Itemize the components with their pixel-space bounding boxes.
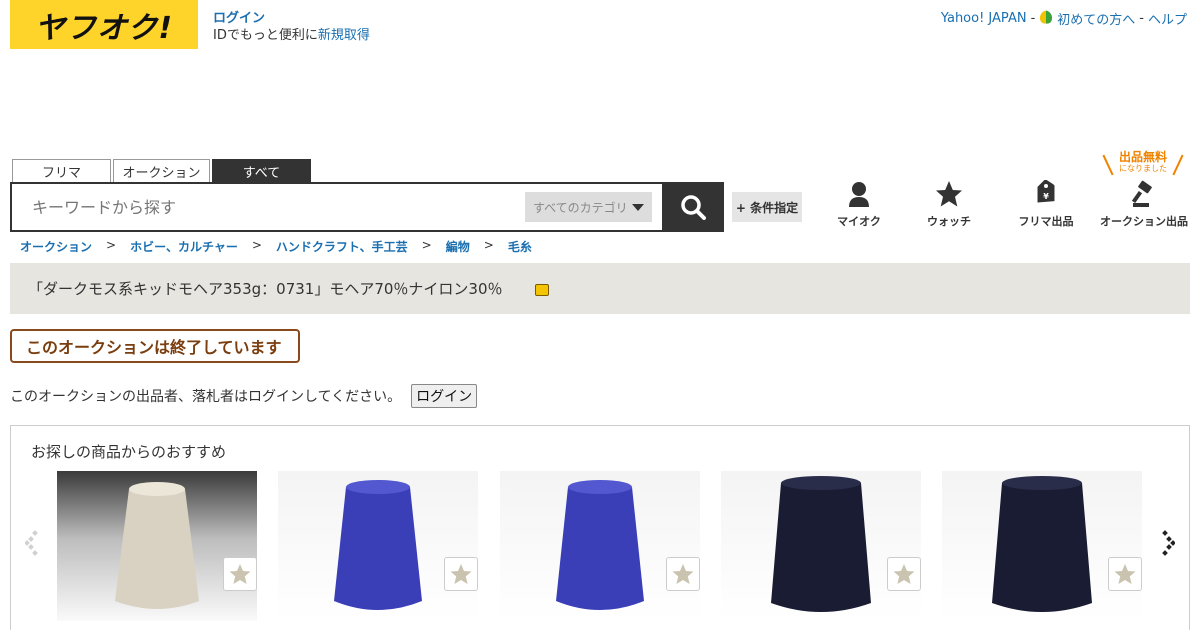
recommended-item[interactable]	[278, 471, 478, 621]
free-listing-text: 出品無料	[1118, 150, 1167, 164]
global-links: Yahoo! JAPAN - 初めての方へ - ヘルプ	[941, 9, 1187, 28]
nav-label: マイオク	[837, 215, 881, 228]
login-prompt-text: このオークションの出品者、落札者はログインしてください。	[10, 389, 402, 405]
beginner-mark-icon	[1039, 11, 1053, 26]
breadcrumb-item[interactable]: 編物	[446, 238, 470, 255]
search-button[interactable]	[662, 182, 724, 232]
recommended-item[interactable]	[942, 471, 1142, 621]
svg-text:¥: ¥	[1043, 192, 1049, 201]
item-title: 「ダークモス系キッドモヘア353g：0731」モヘア70％ナイロン30％	[28, 280, 503, 298]
nav-auction-listing[interactable]: オークション出品	[1090, 180, 1198, 229]
breadcrumb-item[interactable]: ハンドクラフト、手工芸	[276, 238, 408, 255]
watch-button[interactable]	[1108, 557, 1142, 591]
auction-ended-banner: このオークションは終了しています	[10, 329, 300, 363]
star-icon	[672, 564, 694, 584]
login-note-prefix: IDでもっと便利に	[213, 28, 318, 43]
star-icon	[936, 181, 962, 207]
beginners-link[interactable]: 初めての方へ	[1057, 9, 1135, 28]
new-item-icon	[533, 282, 549, 296]
page: ヤフオク! ログイン IDでもっと便利に新規取得 Yahoo! JAPAN - …	[0, 0, 1200, 630]
carousel-next-icon[interactable]	[1159, 529, 1175, 557]
nav-label: ウォッチ	[927, 215, 971, 228]
star-icon	[1114, 564, 1136, 584]
category-select-label: すべてのカテゴリ	[533, 200, 628, 215]
breadcrumb-separator: >	[421, 238, 432, 252]
search-bar: すべてのカテゴリ	[10, 182, 724, 232]
yarn-photo	[721, 471, 921, 621]
recommendations-title: お探しの商品からのおすすめ	[31, 443, 227, 461]
recommended-item[interactable]	[500, 471, 700, 621]
breadcrumb-separator: >	[251, 238, 262, 252]
yahuoku-logo[interactable]: ヤフオク!	[10, 0, 198, 49]
condition-button[interactable]: + 条件指定	[732, 192, 802, 222]
nav-my-auction[interactable]: マイオク	[814, 180, 904, 229]
link-separator: -	[1030, 11, 1036, 26]
breadcrumb-separator: >	[483, 238, 494, 252]
nav-flea-listing[interactable]: ¥ フリマ出品	[1001, 180, 1091, 229]
yarn-photo	[278, 471, 478, 621]
breadcrumb-item[interactable]: 毛糸	[508, 238, 532, 255]
star-icon	[893, 564, 915, 584]
yarn-photo	[57, 471, 257, 621]
login-link[interactable]: ログイン	[213, 11, 265, 26]
free-listing-badge: 出品無料 になりました	[1103, 150, 1183, 174]
breadcrumb-separator: >	[106, 238, 117, 252]
recommended-item[interactable]	[721, 471, 921, 621]
star-icon	[450, 564, 472, 584]
watch-button[interactable]	[666, 557, 700, 591]
breadcrumb-item[interactable]: ホビー、カルチャー	[130, 238, 238, 255]
login-box: ログイン IDでもっと便利に新規取得	[213, 10, 370, 44]
link-separator: -	[1139, 11, 1144, 26]
recommended-item[interactable]	[57, 471, 257, 621]
nav-label: フリマ出品	[1018, 215, 1074, 228]
nav-label: オークション出品	[1100, 215, 1188, 228]
tab-flea-market[interactable]: フリマ	[12, 159, 111, 183]
watch-button[interactable]	[444, 557, 478, 591]
category-select[interactable]: すべてのカテゴリ	[525, 192, 652, 222]
breadcrumb-item[interactable]: オークション	[20, 238, 92, 255]
tab-auction[interactable]: オークション	[113, 159, 210, 183]
search-tabs: フリマ オークション すべて	[12, 159, 311, 183]
item-title-bar: 「ダークモス系キッドモヘア353g：0731」モヘア70％ナイロン30％	[10, 263, 1190, 314]
caret-down-icon	[632, 203, 644, 211]
help-link[interactable]: ヘルプ	[1148, 9, 1187, 28]
breadcrumb: オークション > ホビー、カルチャー > ハンドクラフト、手工芸 > 編物 > …	[20, 238, 532, 255]
yahoo-japan-link[interactable]: Yahoo! JAPAN	[941, 11, 1027, 26]
carousel-prev-icon[interactable]	[25, 529, 41, 557]
signup-link[interactable]: 新規取得	[318, 28, 370, 43]
tab-all[interactable]: すべて	[212, 159, 311, 183]
person-icon	[849, 182, 869, 207]
login-button[interactable]: ログイン	[411, 384, 478, 408]
yarn-photo	[942, 471, 1142, 621]
watch-button[interactable]	[223, 557, 257, 591]
login-prompt: このオークションの出品者、落札者はログインしてください。 ログイン	[10, 384, 478, 408]
nav-icons: マイオク ウォッチ ¥ フリマ出品 オークション出品	[820, 180, 1200, 230]
free-listing-sub: になりました	[1119, 164, 1167, 173]
gavel-icon	[1131, 180, 1152, 207]
search-icon	[681, 195, 706, 220]
price-tag-icon: ¥	[1037, 180, 1055, 203]
nav-watch[interactable]: ウォッチ	[904, 180, 994, 229]
logo-text: ヤフオク!	[34, 10, 174, 46]
star-icon	[229, 564, 251, 584]
recommendations-panel: お探しの商品からのおすすめ	[10, 425, 1190, 630]
yarn-photo	[500, 471, 700, 621]
watch-button[interactable]	[887, 557, 921, 591]
